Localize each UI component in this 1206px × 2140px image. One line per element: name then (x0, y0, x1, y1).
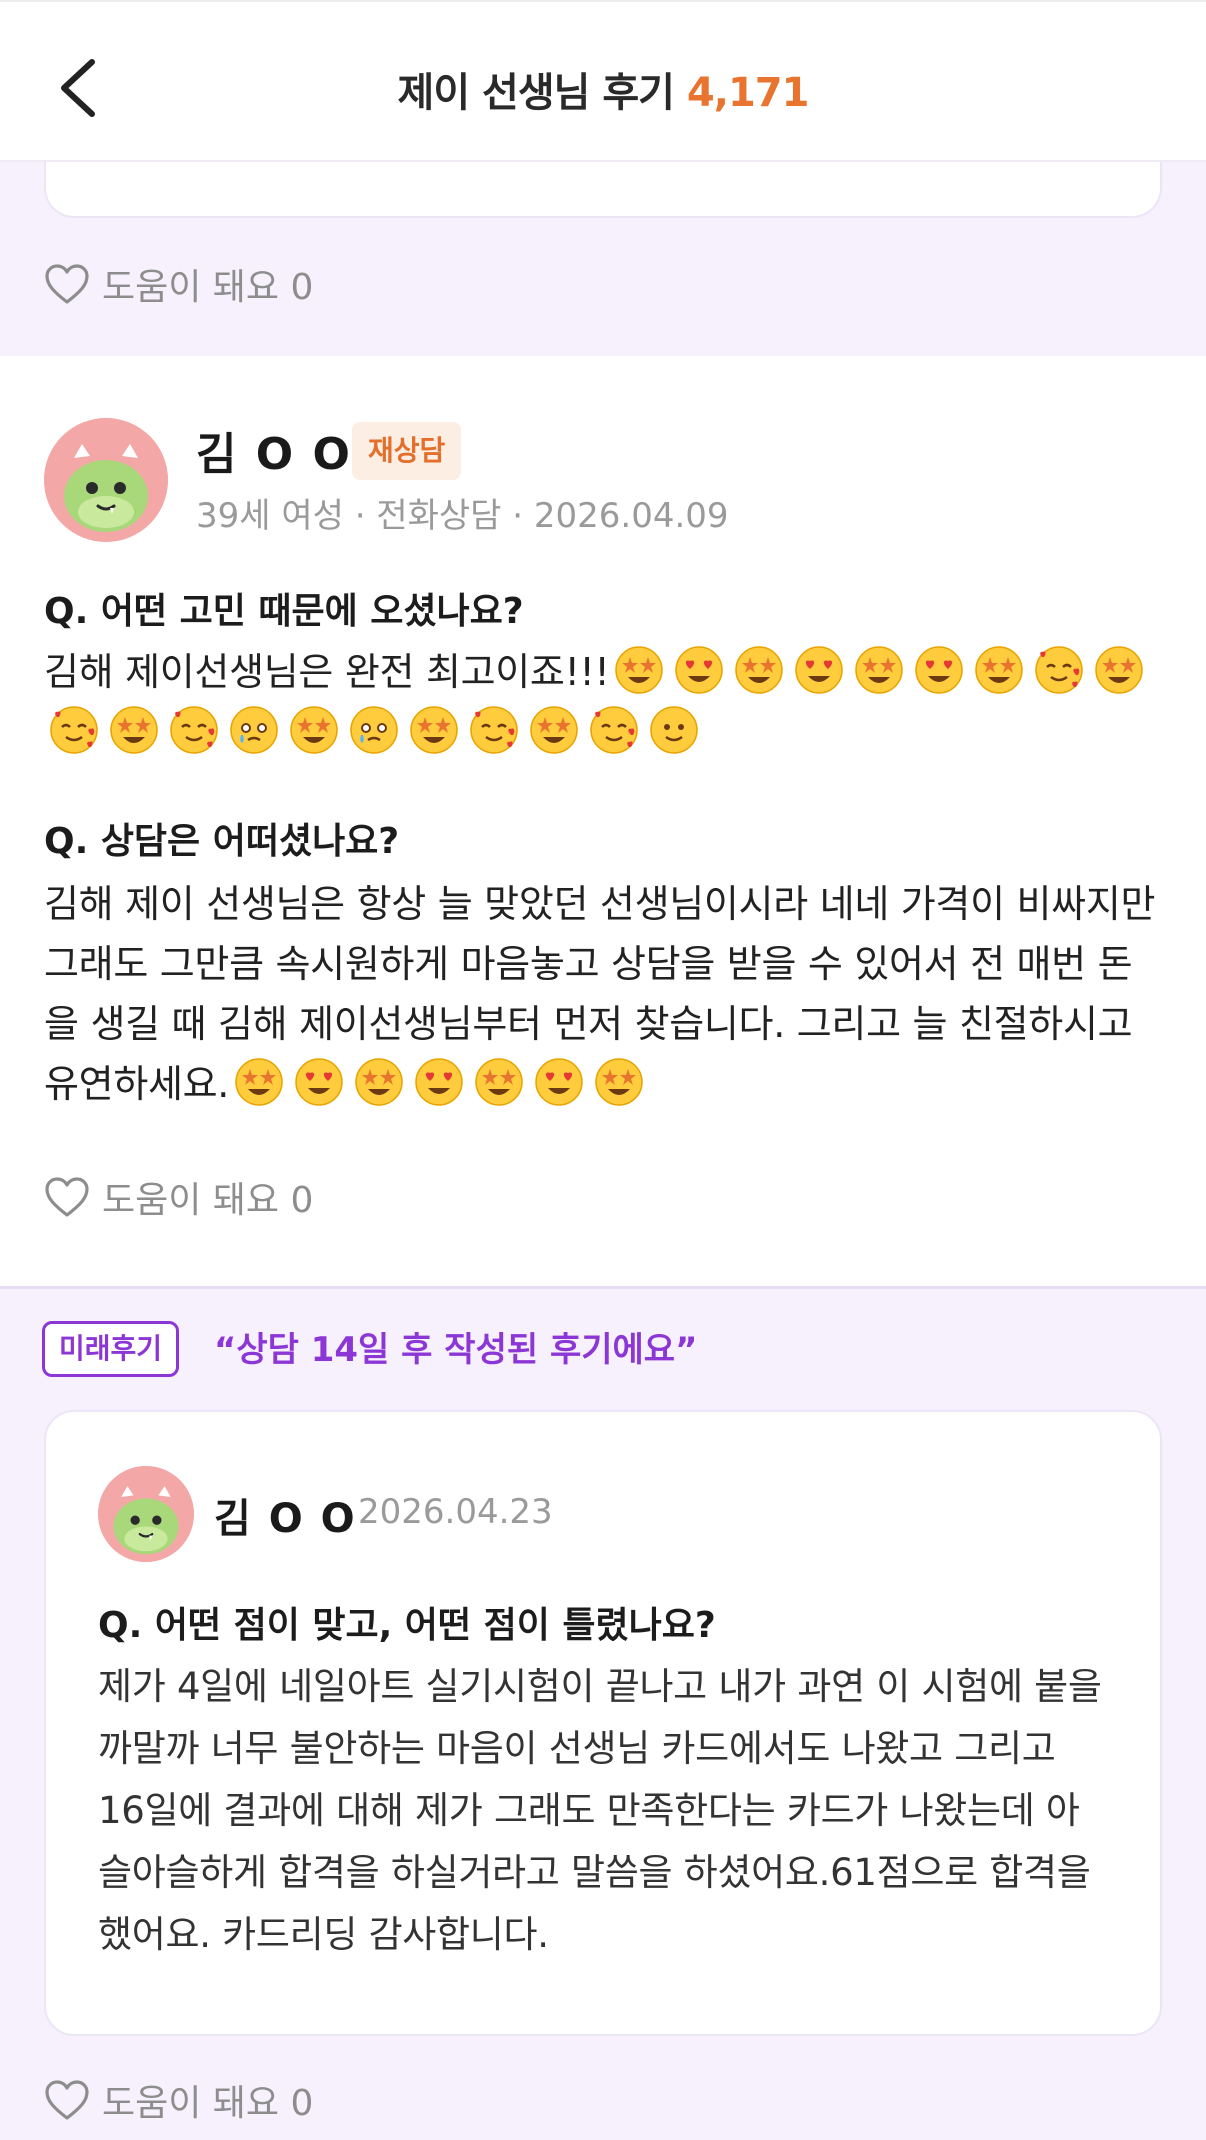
dragon-avatar-icon (98, 1466, 194, 1562)
helpful-button[interactable]: 도움이 돼요 0 (44, 258, 313, 310)
answer-1: 김해 제이선생님은 완전 최고이죠!!! (44, 642, 1164, 762)
star-struck-emoji-icon (355, 1058, 403, 1106)
holding-tears-emoji-icon (230, 706, 278, 754)
heart-eyes-emoji-icon (675, 646, 724, 694)
star-struck-emoji-icon (475, 1058, 523, 1106)
question-1: Q. 어떤 고민 때문에 오셨나요? (44, 591, 524, 632)
reviewer-name: 김 O O (214, 1496, 357, 1542)
review-date: 2026.04.23 (358, 1492, 553, 1532)
holding-tears-emoji-icon (350, 706, 398, 754)
section-divider (0, 1286, 1206, 1289)
review-card: 김 O O 재상담 39세 여성 · 전화상담 · 2026.04.09 Q. … (0, 356, 1206, 1286)
page-title: 제이 선생님 후기 4,171 (0, 60, 1206, 118)
star-struck-emoji-icon (110, 706, 158, 754)
helpful-label: 도움이 돼요 0 (102, 267, 314, 308)
answer-1-text: 김해 제이선생님은 완전 최고이죠!!! (44, 650, 610, 694)
heart-eyes-emoji-icon (295, 1058, 343, 1106)
avatar (98, 1466, 194, 1562)
future-question: Q. 어떤 점이 맞고, 어떤 점이 틀렸나요? (98, 1605, 716, 1646)
helpful-button[interactable]: 도움이 돼요 0 (44, 2074, 313, 2126)
answer-2: 김해 제이 선생님은 항상 늘 맞았던 선생님이시라 네네 가격이 비싸지만 그… (44, 874, 1164, 1114)
helpful-label: 도움이 돼요 0 (102, 2083, 314, 2124)
helpful-label: 도움이 돼요 0 (102, 1180, 314, 1221)
reviewer-name: 김 O O (196, 429, 352, 480)
page-title-text: 제이 선생님 후기 (397, 70, 675, 116)
star-struck-emoji-icon (235, 1058, 283, 1106)
avatar (44, 418, 168, 542)
star-struck-emoji-icon (855, 646, 904, 694)
star-struck-emoji-icon (1095, 646, 1144, 694)
question-2: Q. 상담은 어떠셨나요? (44, 821, 400, 862)
star-struck-emoji-icon (410, 706, 458, 754)
star-struck-emoji-icon (975, 646, 1024, 694)
heart-outline-icon (45, 1177, 89, 1217)
smiling-hearts-emoji-icon (170, 706, 218, 754)
future-review-tag: 미래후기 (42, 1321, 180, 1377)
smiling-hearts-emoji-icon (470, 706, 518, 754)
smiling-hearts-emoji-icon (590, 706, 638, 754)
review-meta: 39세 여성 · 전화상담 · 2026.04.09 (196, 496, 729, 536)
review-count: 4,171 (686, 70, 810, 116)
star-struck-emoji-icon (530, 706, 578, 754)
smiling-hearts-emoji-icon (1035, 646, 1084, 694)
heart-eyes-emoji-icon (915, 646, 964, 694)
future-review-quote: “상담 14일 후 작성된 후기에요” (214, 1330, 698, 1370)
star-struck-emoji-icon (290, 706, 338, 754)
star-struck-emoji-icon (735, 646, 784, 694)
heart-eyes-emoji-icon (415, 1058, 463, 1106)
top-app-bar: 제이 선생님 후기 4,171 (0, 0, 1206, 162)
heart-outline-icon (45, 2080, 89, 2120)
future-review-card: 김 O O 2026.04.23 Q. 어떤 점이 맞고, 어떤 점이 틀렸나요… (44, 1410, 1162, 2036)
heart-eyes-emoji-icon (795, 646, 844, 694)
heart-outline-icon (45, 264, 89, 304)
star-struck-emoji-icon (595, 1058, 643, 1106)
slight-smile-emoji-icon (650, 706, 698, 754)
smiling-hearts-emoji-icon (50, 706, 98, 754)
dragon-avatar-icon (44, 418, 168, 542)
helpful-button[interactable]: 도움이 돼요 0 (44, 1171, 313, 1223)
future-answer: 제가 4일에 네일아트 실기시험이 끝나고 내가 과연 이 시험에 붙을까말까 … (98, 1665, 1102, 1956)
star-struck-emoji-icon (615, 646, 664, 694)
repeat-consult-badge: 재상담 (352, 422, 462, 480)
heart-eyes-emoji-icon (535, 1058, 583, 1106)
answer-2-emojis (229, 1058, 649, 1106)
